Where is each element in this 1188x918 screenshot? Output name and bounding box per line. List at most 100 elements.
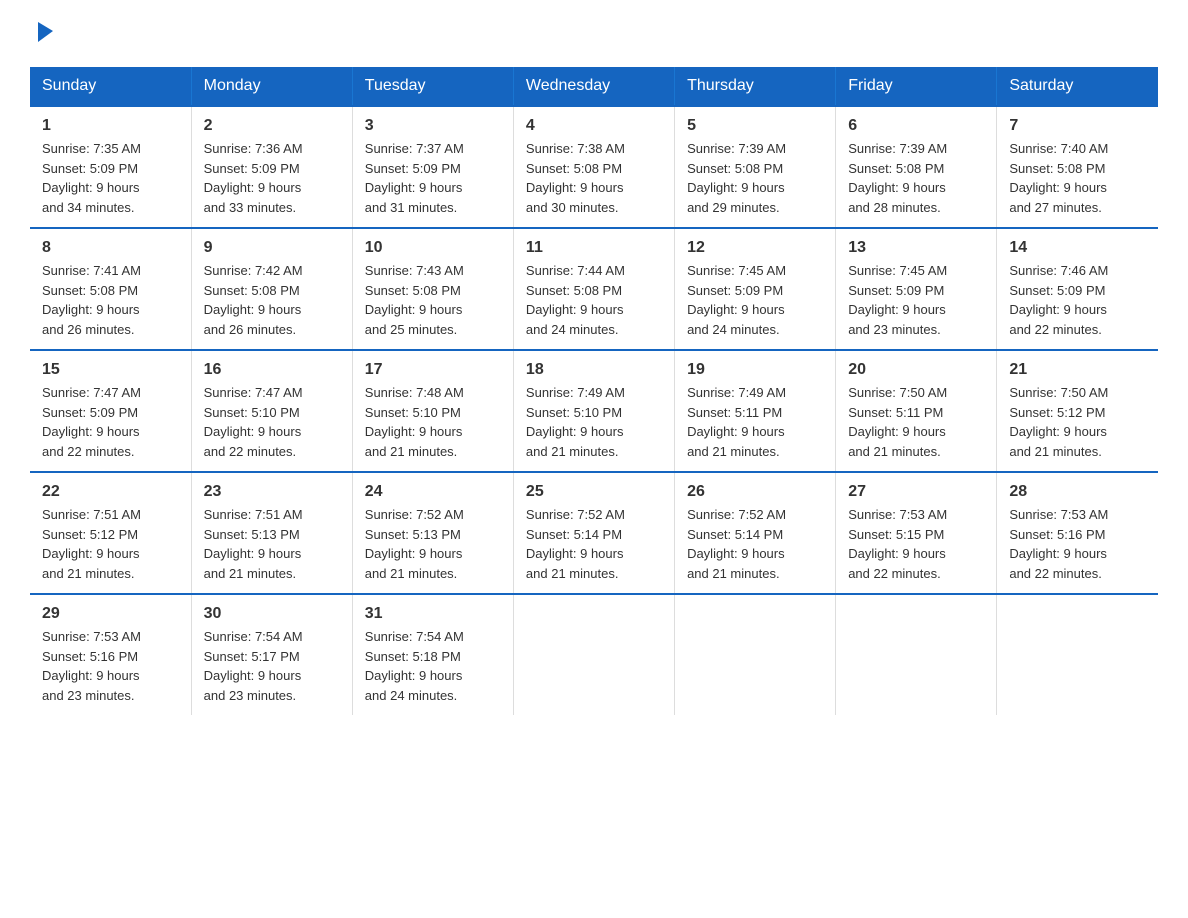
calendar-day-cell: 11 Sunrise: 7:44 AM Sunset: 5:08 PM Dayl… <box>513 228 674 350</box>
calendar-day-cell: 26 Sunrise: 7:52 AM Sunset: 5:14 PM Dayl… <box>675 472 836 594</box>
day-number: 2 <box>204 117 340 135</box>
calendar-day-cell: 20 Sunrise: 7:50 AM Sunset: 5:11 PM Dayl… <box>836 350 997 472</box>
day-info: Sunrise: 7:53 AM Sunset: 5:15 PM Dayligh… <box>848 505 984 583</box>
day-number: 8 <box>42 239 179 257</box>
calendar-week-row: 29 Sunrise: 7:53 AM Sunset: 5:16 PM Dayl… <box>30 594 1158 715</box>
calendar-day-cell: 3 Sunrise: 7:37 AM Sunset: 5:09 PM Dayli… <box>352 106 513 228</box>
day-info: Sunrise: 7:50 AM Sunset: 5:12 PM Dayligh… <box>1009 383 1146 461</box>
calendar-day-cell: 28 Sunrise: 7:53 AM Sunset: 5:16 PM Dayl… <box>997 472 1158 594</box>
logo <box>30 20 55 47</box>
day-number: 13 <box>848 239 984 257</box>
header-friday: Friday <box>836 67 997 106</box>
day-number: 3 <box>365 117 501 135</box>
day-number: 14 <box>1009 239 1146 257</box>
day-info: Sunrise: 7:48 AM Sunset: 5:10 PM Dayligh… <box>365 383 501 461</box>
day-info: Sunrise: 7:38 AM Sunset: 5:08 PM Dayligh… <box>526 139 662 217</box>
day-number: 11 <box>526 239 662 257</box>
calendar-day-cell: 25 Sunrise: 7:52 AM Sunset: 5:14 PM Dayl… <box>513 472 674 594</box>
day-number: 1 <box>42 117 179 135</box>
day-number: 10 <box>365 239 501 257</box>
header-sunday: Sunday <box>30 67 191 106</box>
calendar-day-cell: 22 Sunrise: 7:51 AM Sunset: 5:12 PM Dayl… <box>30 472 191 594</box>
calendar-week-row: 15 Sunrise: 7:47 AM Sunset: 5:09 PM Dayl… <box>30 350 1158 472</box>
day-number: 6 <box>848 117 984 135</box>
day-number: 12 <box>687 239 823 257</box>
calendar-day-cell: 10 Sunrise: 7:43 AM Sunset: 5:08 PM Dayl… <box>352 228 513 350</box>
calendar-day-cell: 27 Sunrise: 7:53 AM Sunset: 5:15 PM Dayl… <box>836 472 997 594</box>
day-number: 22 <box>42 483 179 501</box>
day-number: 9 <box>204 239 340 257</box>
calendar-day-cell: 23 Sunrise: 7:51 AM Sunset: 5:13 PM Dayl… <box>191 472 352 594</box>
calendar-day-cell: 12 Sunrise: 7:45 AM Sunset: 5:09 PM Dayl… <box>675 228 836 350</box>
calendar-day-cell: 13 Sunrise: 7:45 AM Sunset: 5:09 PM Dayl… <box>836 228 997 350</box>
empty-cell <box>513 594 674 715</box>
day-info: Sunrise: 7:40 AM Sunset: 5:08 PM Dayligh… <box>1009 139 1146 217</box>
calendar-day-cell: 7 Sunrise: 7:40 AM Sunset: 5:08 PM Dayli… <box>997 106 1158 228</box>
header-tuesday: Tuesday <box>352 67 513 106</box>
day-info: Sunrise: 7:52 AM Sunset: 5:13 PM Dayligh… <box>365 505 501 583</box>
day-info: Sunrise: 7:35 AM Sunset: 5:09 PM Dayligh… <box>42 139 179 217</box>
day-info: Sunrise: 7:37 AM Sunset: 5:09 PM Dayligh… <box>365 139 501 217</box>
day-info: Sunrise: 7:36 AM Sunset: 5:09 PM Dayligh… <box>204 139 340 217</box>
day-info: Sunrise: 7:54 AM Sunset: 5:18 PM Dayligh… <box>365 627 501 705</box>
day-info: Sunrise: 7:43 AM Sunset: 5:08 PM Dayligh… <box>365 261 501 339</box>
day-number: 15 <box>42 361 179 379</box>
day-number: 16 <box>204 361 340 379</box>
day-number: 29 <box>42 605 179 623</box>
calendar-day-cell: 9 Sunrise: 7:42 AM Sunset: 5:08 PM Dayli… <box>191 228 352 350</box>
day-info: Sunrise: 7:46 AM Sunset: 5:09 PM Dayligh… <box>1009 261 1146 339</box>
calendar-day-cell: 24 Sunrise: 7:52 AM Sunset: 5:13 PM Dayl… <box>352 472 513 594</box>
day-number: 31 <box>365 605 501 623</box>
day-number: 28 <box>1009 483 1146 501</box>
day-info: Sunrise: 7:51 AM Sunset: 5:13 PM Dayligh… <box>204 505 340 583</box>
empty-cell <box>675 594 836 715</box>
day-number: 20 <box>848 361 984 379</box>
day-number: 26 <box>687 483 823 501</box>
calendar-day-cell: 14 Sunrise: 7:46 AM Sunset: 5:09 PM Dayl… <box>997 228 1158 350</box>
calendar-week-row: 22 Sunrise: 7:51 AM Sunset: 5:12 PM Dayl… <box>30 472 1158 594</box>
day-info: Sunrise: 7:39 AM Sunset: 5:08 PM Dayligh… <box>848 139 984 217</box>
day-number: 25 <box>526 483 662 501</box>
day-info: Sunrise: 7:52 AM Sunset: 5:14 PM Dayligh… <box>687 505 823 583</box>
day-info: Sunrise: 7:42 AM Sunset: 5:08 PM Dayligh… <box>204 261 340 339</box>
day-info: Sunrise: 7:54 AM Sunset: 5:17 PM Dayligh… <box>204 627 340 705</box>
day-info: Sunrise: 7:49 AM Sunset: 5:10 PM Dayligh… <box>526 383 662 461</box>
day-info: Sunrise: 7:47 AM Sunset: 5:09 PM Dayligh… <box>42 383 179 461</box>
day-number: 5 <box>687 117 823 135</box>
day-number: 19 <box>687 361 823 379</box>
day-number: 24 <box>365 483 501 501</box>
day-info: Sunrise: 7:52 AM Sunset: 5:14 PM Dayligh… <box>526 505 662 583</box>
empty-cell <box>836 594 997 715</box>
calendar-day-cell: 5 Sunrise: 7:39 AM Sunset: 5:08 PM Dayli… <box>675 106 836 228</box>
calendar-day-cell: 6 Sunrise: 7:39 AM Sunset: 5:08 PM Dayli… <box>836 106 997 228</box>
calendar-day-cell: 4 Sunrise: 7:38 AM Sunset: 5:08 PM Dayli… <box>513 106 674 228</box>
day-info: Sunrise: 7:53 AM Sunset: 5:16 PM Dayligh… <box>42 627 179 705</box>
calendar-week-row: 1 Sunrise: 7:35 AM Sunset: 5:09 PM Dayli… <box>30 106 1158 228</box>
day-info: Sunrise: 7:47 AM Sunset: 5:10 PM Dayligh… <box>204 383 340 461</box>
calendar-day-cell: 19 Sunrise: 7:49 AM Sunset: 5:11 PM Dayl… <box>675 350 836 472</box>
calendar-day-cell: 15 Sunrise: 7:47 AM Sunset: 5:09 PM Dayl… <box>30 350 191 472</box>
day-number: 17 <box>365 361 501 379</box>
logo-triangle-icon <box>33 20 55 42</box>
day-number: 21 <box>1009 361 1146 379</box>
calendar-day-cell: 21 Sunrise: 7:50 AM Sunset: 5:12 PM Dayl… <box>997 350 1158 472</box>
day-info: Sunrise: 7:49 AM Sunset: 5:11 PM Dayligh… <box>687 383 823 461</box>
day-number: 27 <box>848 483 984 501</box>
day-info: Sunrise: 7:51 AM Sunset: 5:12 PM Dayligh… <box>42 505 179 583</box>
day-number: 18 <box>526 361 662 379</box>
calendar-day-cell: 1 Sunrise: 7:35 AM Sunset: 5:09 PM Dayli… <box>30 106 191 228</box>
day-number: 7 <box>1009 117 1146 135</box>
day-info: Sunrise: 7:41 AM Sunset: 5:08 PM Dayligh… <box>42 261 179 339</box>
calendar-day-cell: 18 Sunrise: 7:49 AM Sunset: 5:10 PM Dayl… <box>513 350 674 472</box>
header-thursday: Thursday <box>675 67 836 106</box>
header-monday: Monday <box>191 67 352 106</box>
calendar-day-cell: 2 Sunrise: 7:36 AM Sunset: 5:09 PM Dayli… <box>191 106 352 228</box>
day-info: Sunrise: 7:45 AM Sunset: 5:09 PM Dayligh… <box>848 261 984 339</box>
day-number: 4 <box>526 117 662 135</box>
day-info: Sunrise: 7:39 AM Sunset: 5:08 PM Dayligh… <box>687 139 823 217</box>
day-info: Sunrise: 7:53 AM Sunset: 5:16 PM Dayligh… <box>1009 505 1146 583</box>
calendar-day-cell: 17 Sunrise: 7:48 AM Sunset: 5:10 PM Dayl… <box>352 350 513 472</box>
calendar-header-row: SundayMondayTuesdayWednesdayThursdayFrid… <box>30 67 1158 106</box>
day-info: Sunrise: 7:50 AM Sunset: 5:11 PM Dayligh… <box>848 383 984 461</box>
calendar-day-cell: 31 Sunrise: 7:54 AM Sunset: 5:18 PM Dayl… <box>352 594 513 715</box>
